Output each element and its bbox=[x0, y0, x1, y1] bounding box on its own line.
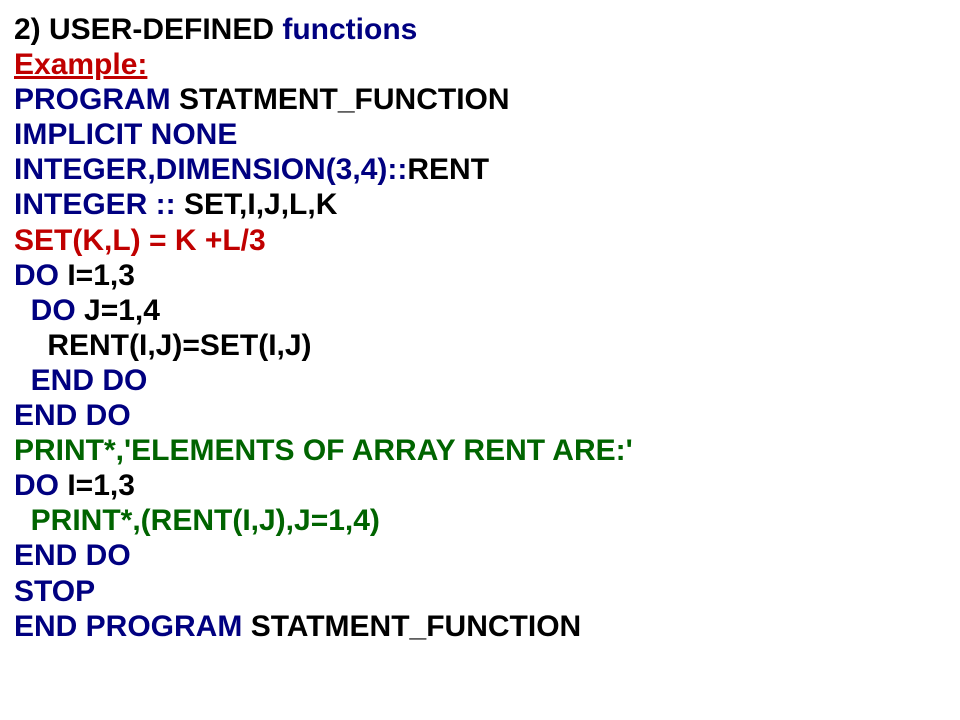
code-line: END PROGRAM STATMENT_FUNCTION bbox=[14, 609, 946, 644]
code-span: SET,I,J,L,K bbox=[184, 188, 337, 221]
code-line: IMPLICIT NONE bbox=[14, 117, 946, 152]
code-span: SET(K,L) = K +L/3 bbox=[14, 224, 266, 257]
code-span: END DO bbox=[14, 399, 131, 432]
code-line: STOP bbox=[14, 574, 946, 609]
code-line: END DO bbox=[14, 398, 946, 433]
code-span: RENT bbox=[407, 153, 489, 186]
code-line: DO I=1,3 bbox=[14, 258, 946, 293]
code-span: 2) USER-DEFINED bbox=[14, 13, 282, 46]
code-span: PRINT*,'ELEMENTS OF ARRAY RENT ARE:' bbox=[14, 434, 633, 467]
code-span: IMPLICIT NONE bbox=[14, 118, 237, 151]
code-span: DO bbox=[31, 294, 84, 327]
code-span: I=1,3 bbox=[67, 259, 135, 292]
code-span: STATMENT_FUNCTION bbox=[251, 610, 582, 643]
code-line: RENT(I,J)=SET(I,J) bbox=[14, 328, 946, 363]
code-line: INTEGER,DIMENSION(3,4)::RENT bbox=[14, 152, 946, 187]
code-line: PRINT*,(RENT(I,J),J=1,4) bbox=[14, 503, 946, 538]
code-line: PRINT*,'ELEMENTS OF ARRAY RENT ARE:' bbox=[14, 433, 946, 468]
code-span: END DO bbox=[14, 539, 131, 572]
code-span: PRINT*,(RENT(I,J),J=1,4) bbox=[14, 504, 380, 537]
code-span: DO bbox=[14, 469, 67, 502]
code-span: INTEGER,DIMENSION(3,4):: bbox=[14, 153, 407, 186]
code-span: STOP bbox=[14, 575, 95, 608]
code-span: PROGRAM bbox=[14, 83, 179, 116]
code-span bbox=[14, 364, 31, 397]
code-span: I=1,3 bbox=[67, 469, 135, 502]
code-line: 2) USER-DEFINED functions bbox=[14, 12, 946, 47]
code-line: SET(K,L) = K +L/3 bbox=[14, 223, 946, 258]
code-line: INTEGER :: SET,I,J,L,K bbox=[14, 187, 946, 222]
code-line: DO J=1,4 bbox=[14, 293, 946, 328]
code-span: Example: bbox=[14, 48, 147, 81]
code-span: RENT(I,J)=SET(I,J) bbox=[14, 329, 312, 362]
code-span: END PROGRAM bbox=[14, 610, 251, 643]
code-span: END DO bbox=[31, 364, 148, 397]
code-span: INTEGER :: bbox=[14, 188, 184, 221]
code-span: DO bbox=[14, 259, 67, 292]
code-span: functions bbox=[282, 13, 417, 46]
code-line: DO I=1,3 bbox=[14, 468, 946, 503]
code-span bbox=[14, 294, 31, 327]
code-listing: 2) USER-DEFINED functionsExample:PROGRAM… bbox=[14, 12, 946, 644]
code-line: END DO bbox=[14, 538, 946, 573]
code-line: PROGRAM STATMENT_FUNCTION bbox=[14, 82, 946, 117]
code-span: J=1,4 bbox=[84, 294, 160, 327]
code-span: STATMENT_FUNCTION bbox=[179, 83, 510, 116]
code-line: Example: bbox=[14, 47, 946, 82]
code-line: END DO bbox=[14, 363, 946, 398]
